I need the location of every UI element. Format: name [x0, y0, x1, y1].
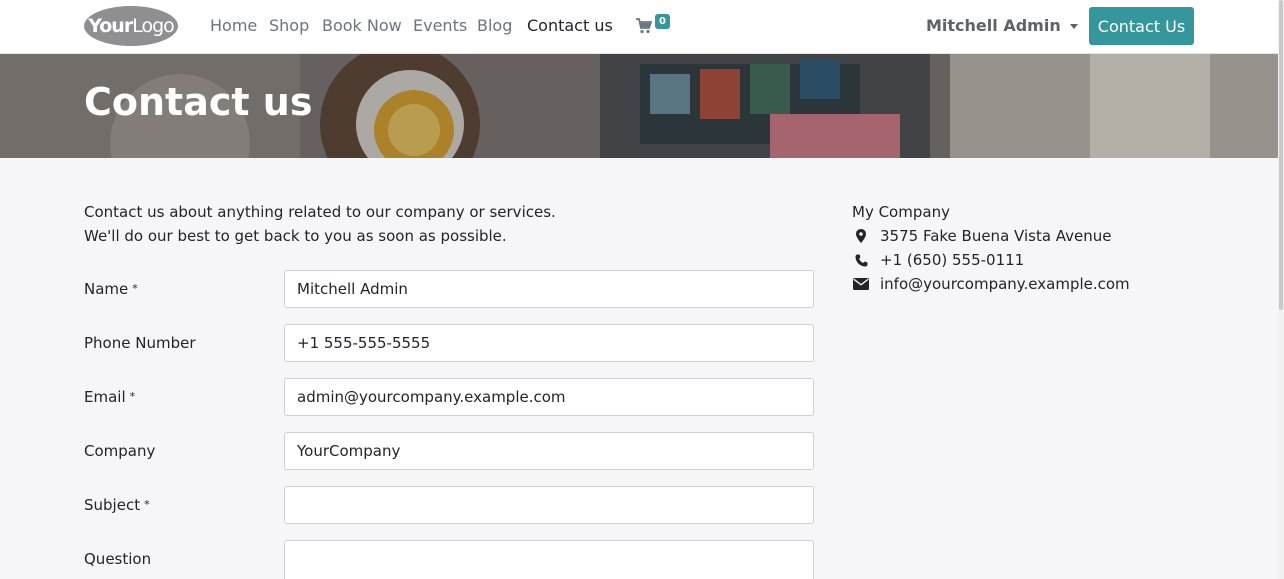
company-phone-row: +1 (650) 555-0111 [852, 248, 1130, 272]
email-label: Email * [84, 388, 136, 406]
company-phone: +1 (650) 555-0111 [880, 251, 1025, 269]
question-textarea[interactable] [284, 540, 814, 579]
company-address: 3575 Fake Buena Vista Avenue [880, 227, 1112, 245]
nav-contact-us[interactable]: Contact us [527, 16, 613, 35]
subject-label: Subject * [84, 496, 150, 514]
phone-input[interactable] [284, 324, 814, 362]
company-input[interactable] [284, 432, 814, 470]
name-input[interactable] [284, 270, 814, 308]
subject-input[interactable] [284, 486, 814, 524]
nav-shop[interactable]: Shop [269, 16, 309, 35]
company-email[interactable]: info@yourcompany.example.com [880, 272, 1130, 296]
cart-count-badge: 0 [655, 14, 670, 29]
envelope-icon [852, 276, 870, 292]
caret-down-icon [1069, 24, 1078, 29]
phone-icon [852, 252, 870, 268]
contact-us-button[interactable]: Contact Us [1089, 7, 1194, 45]
company-label: Company [84, 442, 156, 460]
top-navbar: Your Logo Home Shop Book Now Events Blog … [0, 0, 1278, 54]
scrollbar-thumb[interactable] [1279, 0, 1283, 310]
page-banner: Contact us [0, 54, 1278, 158]
nav-blog[interactable]: Blog [477, 16, 512, 35]
company-address-row: 3575 Fake Buena Vista Avenue [852, 224, 1130, 248]
email-input[interactable] [284, 378, 814, 416]
nav-events[interactable]: Events [413, 16, 467, 35]
company-name: My Company [852, 203, 950, 221]
required-marker: * [129, 390, 136, 403]
site-logo[interactable]: Your Logo [84, 6, 178, 46]
company-info: My Company 3575 Fake Buena Vista Avenue … [852, 200, 1130, 296]
intro-line-1: Contact us about anything related to our… [84, 203, 556, 221]
intro-line-2: We'll do our best to get back to you as … [84, 227, 507, 245]
nav-book-now[interactable]: Book Now [322, 16, 402, 35]
required-marker: * [132, 282, 138, 295]
contact-intro: Contact us about anything related to our… [84, 200, 556, 248]
page-scrollbar[interactable] [1278, 0, 1284, 579]
question-label: Question [84, 550, 152, 568]
required-marker: * [144, 498, 150, 511]
user-menu-dropdown[interactable]: Mitchell Admin [926, 16, 1078, 35]
company-email-row: info@yourcompany.example.com [852, 272, 1130, 296]
name-label: Name * [84, 280, 138, 298]
nav-home[interactable]: Home [210, 16, 257, 35]
map-marker-icon [852, 228, 870, 244]
user-name: Mitchell Admin [926, 16, 1061, 35]
shopping-cart-icon[interactable] [636, 18, 653, 34]
phone-label: Phone Number [84, 334, 196, 352]
page-title: Contact us [84, 80, 313, 124]
